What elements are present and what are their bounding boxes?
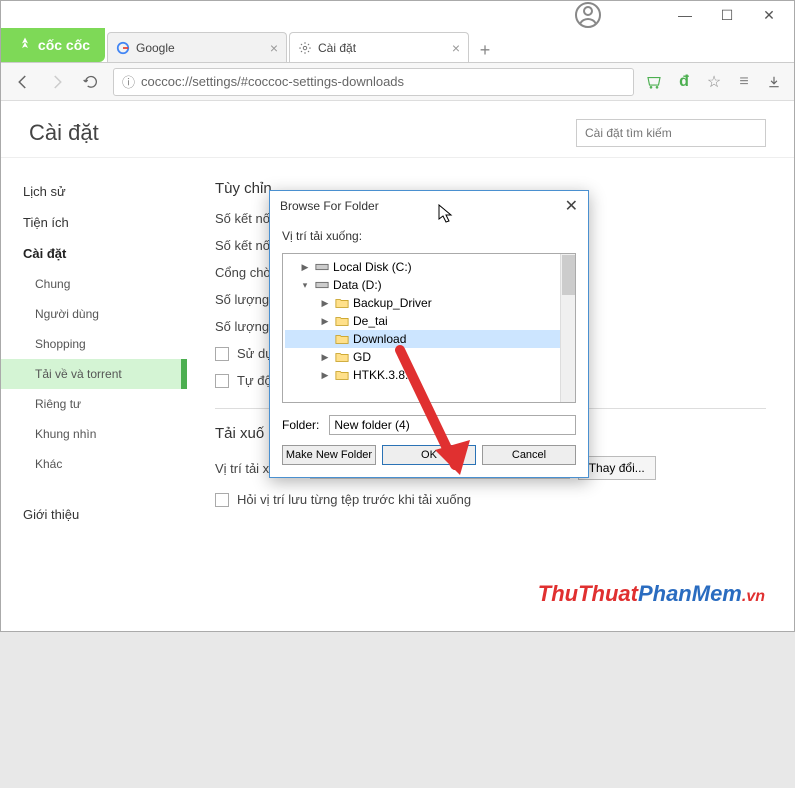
tab-settings[interactable]: Cài đặt ×	[289, 32, 469, 62]
window-titlebar: — ☐ ✕	[1, 1, 794, 29]
settings-sidebar: Lịch sử Tiện ích Cài đặt Chung Người dùn…	[1, 158, 187, 788]
menu-icon[interactable]: ≡	[734, 72, 754, 92]
sidebar-item-general[interactable]: Chung	[1, 269, 187, 299]
sidebar-item-privacy[interactable]: Riêng tư	[1, 389, 187, 419]
gear-favicon-icon	[298, 41, 312, 55]
drive-icon	[315, 261, 329, 273]
checkbox-icon[interactable]	[215, 347, 229, 361]
dialog-titlebar: Browse For Folder ✕	[270, 191, 588, 221]
cancel-button[interactable]: Cancel	[482, 445, 576, 465]
tab-close-icon[interactable]: ×	[270, 40, 278, 56]
folder-icon	[335, 297, 349, 309]
sidebar-item-other[interactable]: Khác	[1, 449, 187, 479]
expand-icon[interactable]: ▶	[319, 370, 331, 381]
checkbox-icon[interactable]	[215, 374, 229, 388]
close-button[interactable]: ✕	[748, 1, 790, 29]
tab-bar: cốc cốc Google × Cài đặt × +	[1, 29, 794, 63]
checkbox-icon[interactable]	[215, 493, 229, 507]
account-icon[interactable]	[572, 0, 604, 31]
download-icon[interactable]	[764, 72, 784, 92]
tree-item-folder[interactable]: ▶GD	[285, 348, 573, 366]
dialog-subtitle: Vị trí tải xuống:	[282, 229, 576, 243]
url-text: coccoc://settings/#coccoc-settings-downl…	[141, 74, 404, 89]
maximize-button[interactable]: ☐	[706, 1, 748, 29]
dialog-title-text: Browse For Folder	[280, 199, 379, 213]
settings-search-input[interactable]	[576, 119, 766, 147]
folder-name-input[interactable]	[329, 415, 576, 435]
expand-icon[interactable]: ▶	[319, 316, 331, 327]
new-tab-button[interactable]: +	[473, 38, 497, 62]
cart-icon[interactable]	[644, 72, 664, 92]
minimize-button[interactable]: —	[664, 1, 706, 29]
tree-item-folder-selected[interactable]: Download	[285, 330, 573, 348]
tree-item-folder[interactable]: ▶HTKK.3.8.0	[285, 366, 573, 384]
tree-item-data-drive[interactable]: ▾Data (D:)	[285, 276, 573, 294]
folder-field-label: Folder:	[282, 418, 319, 432]
expand-icon[interactable]: ▶	[319, 298, 331, 309]
ask-location-label: Hỏi vị trí lưu từng tệp trước khi tải xu…	[237, 492, 471, 507]
google-favicon-icon	[116, 41, 130, 55]
drive-icon	[315, 279, 329, 291]
page-header: Cài đặt	[1, 101, 794, 158]
sidebar-item-extensions[interactable]: Tiện ích	[1, 207, 187, 238]
page-title: Cài đặt	[29, 120, 99, 146]
sidebar-item-shopping[interactable]: Shopping	[1, 329, 187, 359]
nav-toolbar: ⓘ coccoc://settings/#coccoc-settings-dow…	[1, 63, 794, 101]
ask-location-row[interactable]: Hỏi vị trí lưu từng tệp trước khi tải xu…	[215, 492, 766, 507]
sidebar-item-history[interactable]: Lịch sử	[1, 176, 187, 207]
logo-text: cốc cốc	[38, 37, 90, 53]
dialog-close-icon[interactable]: ✕	[565, 196, 578, 216]
sidebar-item-users[interactable]: Người dùng	[1, 299, 187, 329]
folder-icon	[335, 369, 349, 381]
folder-icon	[335, 351, 349, 363]
sidebar-item-appearance[interactable]: Khung nhìn	[1, 419, 187, 449]
tree-item-folder[interactable]: ▶De_tai	[285, 312, 573, 330]
tree-item-folder[interactable]: ▶Backup_Driver	[285, 294, 573, 312]
info-icon[interactable]: ⓘ	[122, 72, 135, 91]
folder-icon	[335, 315, 349, 327]
expand-icon[interactable]: ▶	[299, 262, 311, 273]
reload-button[interactable]	[79, 70, 103, 94]
sidebar-item-about[interactable]: Giới thiệu	[1, 499, 187, 530]
forward-button[interactable]	[45, 70, 69, 94]
address-bar[interactable]: ⓘ coccoc://settings/#coccoc-settings-dow…	[113, 68, 634, 96]
change-location-button[interactable]: Thay đổi...	[578, 456, 656, 480]
ok-button[interactable]: OK	[382, 445, 476, 465]
back-button[interactable]	[11, 70, 35, 94]
watermark: ThuThuatPhanMem.vn	[538, 581, 765, 607]
sidebar-item-settings[interactable]: Cài đặt	[1, 238, 187, 269]
collapse-icon[interactable]: ▾	[299, 280, 311, 291]
browse-folder-dialog: Browse For Folder ✕ Vị trí tải xuống: ▶L…	[269, 190, 589, 478]
folder-icon	[335, 333, 349, 345]
tab-label: Google	[136, 41, 175, 55]
folder-tree[interactable]: ▶Local Disk (C:) ▾Data (D:) ▶Backup_Driv…	[282, 253, 576, 403]
tab-google[interactable]: Google ×	[107, 32, 287, 62]
expand-icon[interactable]: ▶	[319, 352, 331, 363]
tab-close-icon[interactable]: ×	[452, 40, 460, 56]
browser-logo[interactable]: cốc cốc	[1, 28, 105, 62]
currency-icon[interactable]: đ	[674, 72, 694, 92]
tab-label: Cài đặt	[318, 41, 356, 55]
make-new-folder-button[interactable]: Make New Folder	[282, 445, 376, 465]
tree-scrollbar[interactable]	[560, 254, 575, 402]
bookmark-star-icon[interactable]: ☆	[704, 72, 724, 92]
tree-item-local-disk[interactable]: ▶Local Disk (C:)	[285, 258, 573, 276]
sidebar-item-downloads[interactable]: Tải về và torrent	[1, 359, 187, 389]
